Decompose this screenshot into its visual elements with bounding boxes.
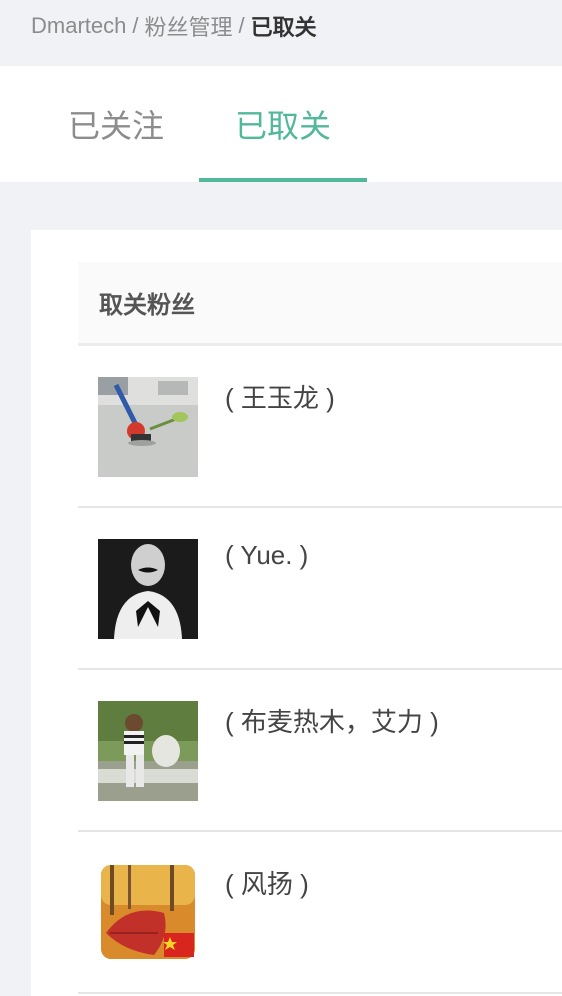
- content-panel: 取关粉丝 ( 王玉龙 ) (Yue.) (布麦热木，艾力) (风扬): [31, 230, 562, 996]
- table-header-label: 取关粉丝: [99, 292, 195, 319]
- avatar: [98, 701, 198, 801]
- breadcrumb: Dmartech / 粉丝管理 / 已取关: [31, 10, 317, 42]
- table-row: ( 风扬 ): [78, 832, 562, 994]
- fan-name: ( 风扬 ): [225, 869, 309, 899]
- avatar: [98, 539, 198, 639]
- table-row: ( 王玉龙 ): [78, 346, 562, 508]
- tab-bar: 已关注 已取关: [0, 66, 562, 182]
- fan-name: ( Yue. ): [225, 540, 309, 570]
- unfollowed-fans-table: 取关粉丝 ( 王玉龙 ) (Yue.) (布麦热木，艾力) (风扬): [78, 262, 562, 994]
- fan-name: ( 王玉龙 ): [225, 383, 335, 413]
- avatar: [98, 863, 198, 963]
- table-row: ( 布麦热木，艾力 ): [78, 670, 562, 832]
- active-tab-indicator: [199, 178, 367, 182]
- fan-name: ( 布麦热木，艾力 ): [225, 707, 439, 737]
- breadcrumb-current: 已取关: [250, 15, 317, 40]
- breadcrumb-item-dmartech[interactable]: Dmartech: [31, 13, 126, 39]
- breadcrumb-item-fans-management[interactable]: 粉丝管理: [144, 10, 232, 42]
- breadcrumb-separator: /: [238, 13, 245, 38]
- table-row: ( Yue. ): [78, 508, 562, 670]
- table-header: 取关粉丝: [78, 262, 562, 346]
- tab-unfollowed[interactable]: 已取关: [199, 66, 367, 182]
- avatar: [98, 377, 198, 477]
- breadcrumb-separator: /: [132, 13, 139, 38]
- tab-followed[interactable]: 已关注: [36, 66, 196, 182]
